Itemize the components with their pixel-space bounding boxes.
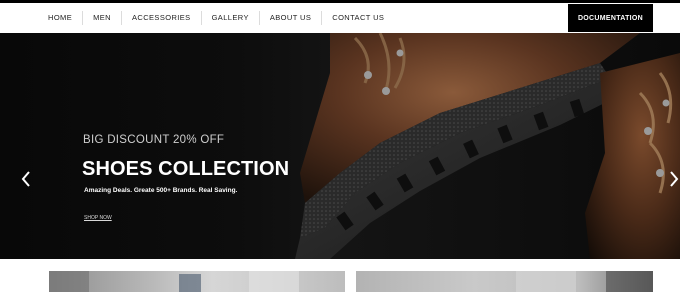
promo-photo-1 bbox=[49, 271, 299, 292]
hero-subtitle: BIG DISCOUNT 20% OFF bbox=[83, 134, 225, 146]
nav-item-home[interactable]: HOME bbox=[38, 11, 82, 25]
hero-boot-image bbox=[0, 33, 680, 259]
chevron-left-icon bbox=[21, 171, 30, 187]
nav-item-men[interactable]: MEN bbox=[83, 11, 121, 25]
chevron-right-icon bbox=[670, 171, 679, 187]
nav-item-gallery[interactable]: GALLERY bbox=[202, 11, 259, 25]
hero-title: SHOES COLLECTION bbox=[82, 158, 290, 180]
slider-prev-button[interactable] bbox=[19, 169, 35, 189]
promo-card-image[interactable] bbox=[356, 271, 653, 292]
shop-now-link[interactable]: SHOP NOW bbox=[84, 215, 112, 221]
hero-slider: BIG DISCOUNT 20% OFF SHOES COLLECTION Am… bbox=[0, 33, 680, 259]
hero-tagline: Amazing Deals. Greate 500+ Brands. Real … bbox=[84, 187, 238, 194]
promo-card-image[interactable] bbox=[49, 271, 345, 292]
nav-item-contact-us[interactable]: CONTACT US bbox=[322, 11, 394, 25]
nav-item-accessories[interactable]: ACCESSORIES bbox=[122, 11, 201, 25]
promo-photo-2 bbox=[516, 271, 653, 292]
main-menu: HOME MEN ACCESSORIES GALLERY ABOUT US CO… bbox=[38, 3, 394, 32]
navbar: HOME MEN ACCESSORIES GALLERY ABOUT US CO… bbox=[0, 3, 680, 32]
slider-next-button[interactable] bbox=[667, 169, 680, 189]
nav-item-about-us[interactable]: ABOUT US bbox=[260, 11, 321, 25]
documentation-button[interactable]: DOCUMENTATION bbox=[568, 4, 653, 32]
